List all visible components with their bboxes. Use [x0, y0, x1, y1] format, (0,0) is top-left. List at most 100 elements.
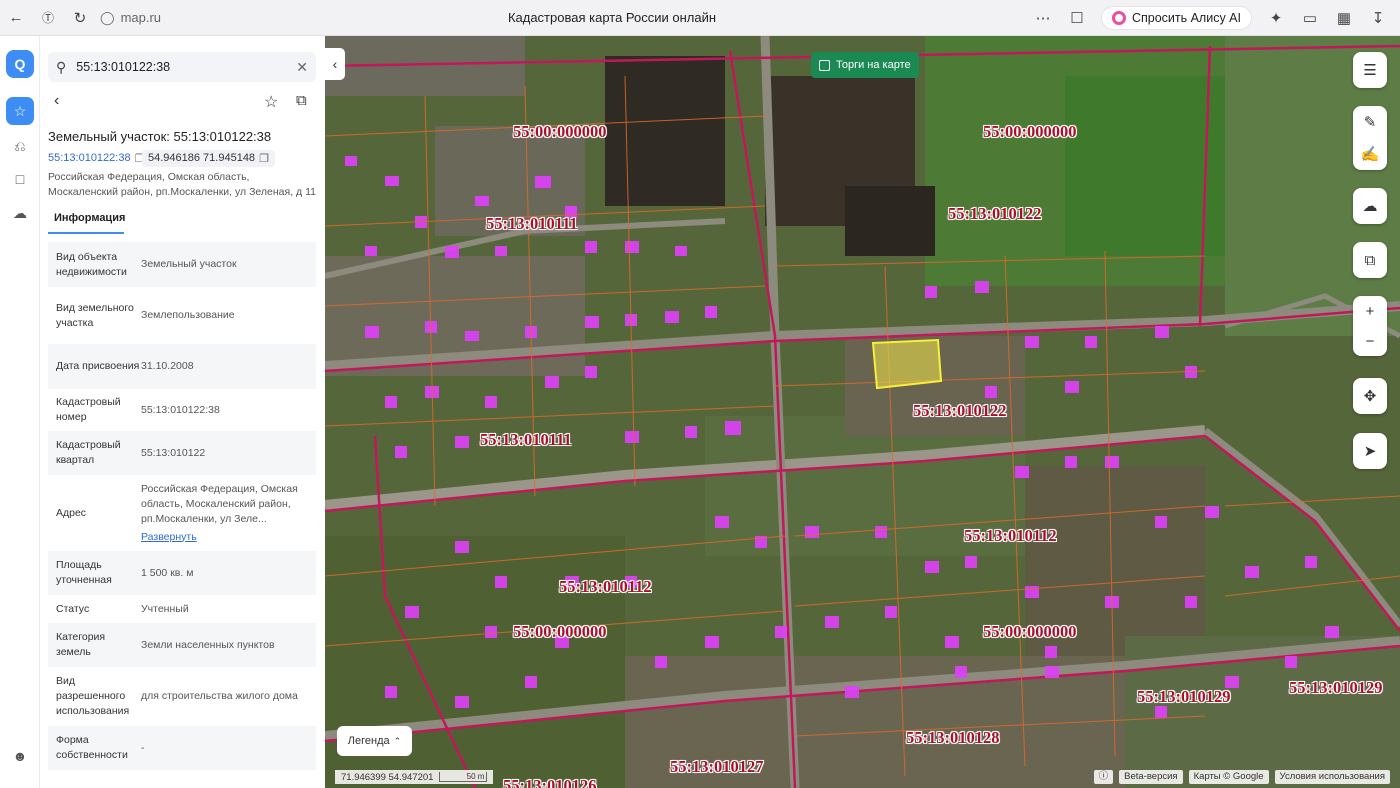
cadastral-map[interactable]: 55:00:000000 55:00:000000 55:13:010122 5… — [325, 36, 1400, 788]
copy-coordinates-icon[interactable]: ❐ — [259, 152, 269, 165]
download-icon[interactable]: ↧ — [1362, 0, 1394, 36]
wallet-icon[interactable]: ▭ — [1294, 0, 1326, 36]
row-value: 55:13:010122:38 — [141, 403, 220, 416]
favorite-star-icon[interactable]: ☆ — [264, 92, 278, 112]
quarter-label: 55:13:010122 — [948, 204, 1042, 223]
row-key: Форма собственности — [56, 734, 128, 761]
quarter-label: 55:13:010111 — [486, 214, 578, 233]
legend-button[interactable]: Легенда ⌃ — [337, 726, 412, 756]
bookmark-icon[interactable]: ☐ — [1061, 0, 1093, 36]
row-value: Земельный участок — [141, 258, 237, 270]
table-row: Кадастровый квартал 55:13:010122 — [48, 431, 316, 475]
quarter-label: 55:13:010128 — [906, 728, 1000, 747]
row-key: Вид земельного участка — [56, 301, 134, 329]
move-arrows-icon: ✥ — [1363, 388, 1377, 405]
zoom-in-icon[interactable]: + — [1366, 303, 1375, 320]
table-row: Кадастровый номер 55:13:010122:38 — [48, 389, 316, 431]
layers-button[interactable]: ☰ — [1353, 52, 1387, 88]
row-key: Площадь уточненная — [56, 559, 112, 586]
row-key: Адрес — [56, 506, 87, 519]
share-map-icon: ⧉ — [1364, 251, 1376, 269]
object-info-panel: ⚲ ✕ ‹ ☆ ⧉ Земельный участок: 55:13:01012… — [40, 36, 325, 788]
edit-icon[interactable]: ✍ — [1361, 145, 1380, 163]
quarter-label: 55:00:000000 — [513, 122, 607, 141]
address-value: Российская Федерация, Омская область, Мо… — [141, 482, 298, 525]
table-row: Статус Учтенный — [48, 595, 316, 623]
user-icon[interactable]: ☻ — [6, 742, 34, 770]
cloud-icon[interactable]: ☁ — [6, 199, 34, 227]
browser-toolbar: ← Ⓣ ↻ ◯ map.ru Кадастровая карта России … — [0, 0, 1400, 36]
extension-icon[interactable]: ✦ — [1260, 0, 1292, 36]
terms-link[interactable]: Условия использования — [1274, 770, 1390, 784]
ruler-pencil-icon[interactable]: ✎ — [1364, 113, 1377, 131]
cloud-upload-icon: ☁ — [1362, 198, 1378, 215]
more-icon[interactable]: ⋯ — [1027, 0, 1059, 36]
map-attribution: ⓘ Beta-версия Карты © Google Условия исп… — [1093, 770, 1390, 784]
collapse-panel-button[interactable]: ‹ — [325, 48, 345, 80]
table-row: Адрес Российская Федерация, Омская облас… — [48, 475, 316, 551]
expand-link[interactable]: Развернуть — [141, 530, 308, 545]
row-value: - — [141, 741, 145, 754]
favorites-star-icon[interactable]: ☆ — [6, 97, 34, 125]
quarter-label: 55:00:000000 — [983, 622, 1077, 641]
object-address: Российская Федерация, Омская область, Мо… — [48, 171, 316, 198]
table-row: Категория земель Земли населенных пункто… — [48, 623, 316, 667]
back-icon[interactable]: ‹ — [54, 92, 59, 110]
cadastral-number-link[interactable]: 55:13:010122:38 ❐ — [48, 152, 144, 165]
quarter-label: 55:13:010111 — [480, 430, 572, 449]
scale-bar: 50 m — [439, 772, 488, 782]
search-input[interactable] — [76, 60, 277, 74]
row-value: для строительства жилого дома — [141, 690, 298, 702]
row-value: 1 500 кв. м — [141, 566, 194, 579]
back-arrow-icon[interactable]: ← — [0, 0, 32, 36]
address-bar[interactable]: ◯ map.ru — [100, 10, 161, 26]
geolocation-button[interactable]: ➤ — [1353, 433, 1387, 469]
upload-button[interactable]: ☁ — [1353, 188, 1387, 224]
legend-label: Легенда — [347, 735, 390, 747]
ask-alice-button[interactable]: Спросить Алису AI — [1100, 6, 1252, 30]
puzzle-icon[interactable]: ▦ — [1328, 0, 1360, 36]
url-text: map.ru — [120, 10, 162, 25]
torgi-checkbox[interactable] — [819, 59, 830, 71]
share-map-button[interactable]: ⧉ — [1353, 242, 1387, 278]
torgi-toggle[interactable]: Торги на карте — [811, 52, 919, 78]
object-title: Земельный участок: 55:13:010122:38 — [48, 129, 272, 144]
left-rail: Q ☆ ⎌ □ ☁ ☻ — [0, 36, 40, 788]
select-area-icon[interactable]: □ — [6, 165, 34, 193]
satellite-map-canvas[interactable] — [325, 36, 1400, 788]
cadastral-number-text: 55:13:010122:38 — [48, 152, 131, 164]
yandex-logo-icon[interactable]: Ⓣ — [32, 0, 64, 36]
table-row: Вид земельного участка Землепользование — [48, 287, 316, 344]
table-row: Дата присвоения 31.10.2008 — [48, 344, 316, 389]
row-value: Земли населенных пунктов — [141, 638, 275, 651]
shield-icon: ◯ — [100, 9, 115, 25]
coordinates-chip[interactable]: 54.946186 71.945148 ❐ — [142, 150, 275, 167]
row-value: Российская Федерация, Омская область, Мо… — [141, 482, 308, 545]
app-logo-icon[interactable]: Q — [6, 50, 34, 78]
row-value: Землепользование — [141, 309, 235, 321]
pan-button[interactable]: ✥ — [1353, 378, 1387, 414]
panel-toolbar: ‹ ☆ ⧉ — [48, 92, 318, 116]
cursor-coordinates: 71.946399 54.947201 — [341, 771, 434, 783]
row-value: 55:13:010122 — [141, 446, 206, 459]
info-icon[interactable]: ⓘ — [1093, 770, 1114, 784]
tab-information[interactable]: Информация — [48, 206, 125, 234]
reload-icon[interactable]: ↻ — [64, 0, 96, 36]
selected-parcel[interactable] — [871, 338, 943, 390]
layers-icon: ☰ — [1363, 62, 1377, 79]
row-value: Учтенный — [141, 602, 189, 615]
table-row: Площадь уточненная 1 500 кв. м — [48, 551, 316, 595]
row-key: Вид объекта недвижимости — [56, 250, 127, 278]
draw-tools-group: ✎ ✍ — [1353, 106, 1387, 170]
row-key: Дата присвоения — [56, 360, 140, 372]
quarter-label: 55:13:010122 — [913, 401, 1007, 420]
table-row: Вид разрешенного использования для строи… — [48, 667, 316, 726]
share-icon[interactable]: ⧉ — [296, 92, 307, 109]
row-value: 31.10.2008 — [141, 360, 194, 372]
quarter-label: 55:13:010129 — [1137, 687, 1231, 706]
clear-search-icon[interactable]: ✕ — [296, 59, 308, 76]
row-key: Кадастровый номер — [56, 396, 121, 423]
maps-credit: Карты © Google — [1188, 770, 1269, 784]
zoom-out-icon[interactable]: − — [1366, 333, 1375, 350]
map-layers-rail-icon[interactable]: ⎌ — [6, 132, 34, 160]
